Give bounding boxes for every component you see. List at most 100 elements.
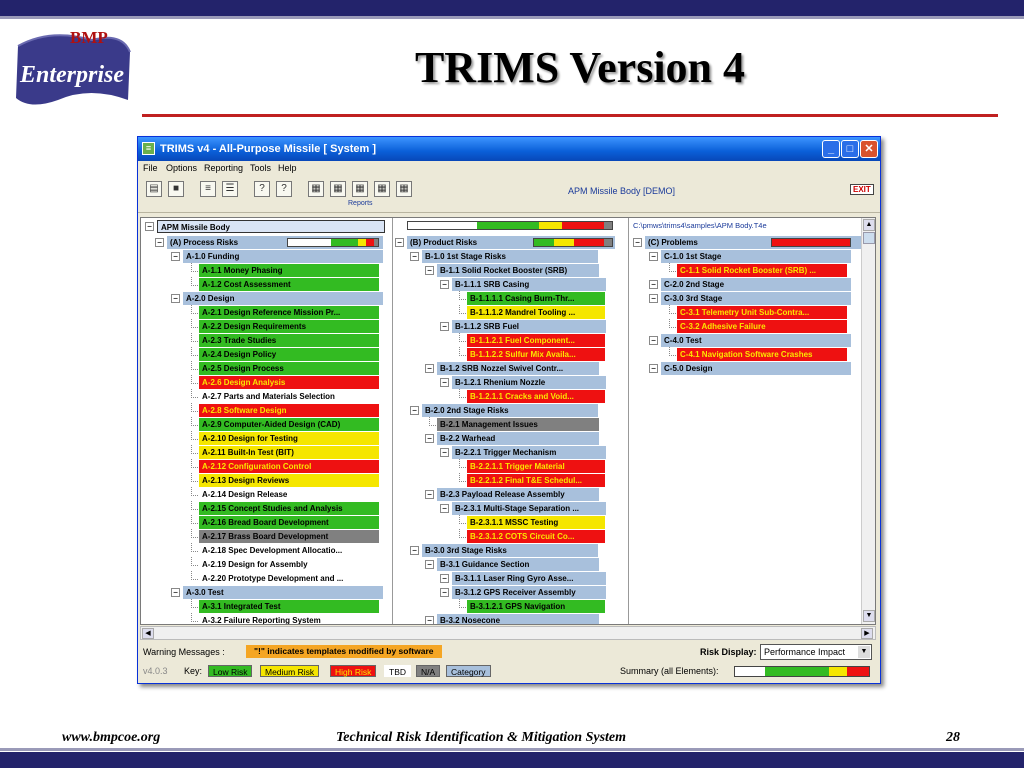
collapse-icon[interactable]: −	[425, 560, 434, 569]
collapse-icon[interactable]: −	[649, 364, 658, 373]
report-icon-1[interactable]: ▦	[308, 181, 324, 197]
tree-node[interactable]: B-3.1 Guidance Section	[437, 558, 599, 571]
tree-node[interactable]: C-1.1 Solid Rocket Booster (SRB) ...	[677, 264, 847, 277]
tree-node[interactable]: C-2.0 2nd Stage	[661, 278, 851, 291]
tree-node[interactable]: A-2.1 Design Reference Mission Pr...	[199, 306, 379, 319]
tree-node[interactable]: C-4.0 Test	[661, 334, 851, 347]
collapse-icon[interactable]: −	[440, 378, 449, 387]
collapse-icon[interactable]: −	[395, 238, 404, 247]
tree-node[interactable]: A-2.10 Design for Testing	[199, 432, 379, 445]
tree-node[interactable]: B-1.2.1.1 Cracks and Void...	[467, 390, 605, 403]
tree-node[interactable]: B-3.1.1 Laser Ring Gyro Asse...	[452, 572, 606, 585]
tree-node[interactable]: A-2.3 Trade Studies	[199, 334, 379, 347]
root-node[interactable]: APM Missile Body	[157, 220, 385, 233]
tree-node[interactable]: A-3.0 Test	[183, 586, 383, 599]
tree-node[interactable]: B-2.0 2nd Stage Risks	[422, 404, 598, 417]
tree-node[interactable]: C-4.1 Navigation Software Crashes	[677, 348, 847, 361]
tree-node[interactable]: B-1.0 1st Stage Risks	[422, 250, 598, 263]
collapse-icon[interactable]: −	[410, 252, 419, 261]
tree-node[interactable]: A-2.8 Software Design	[199, 404, 379, 417]
tree-node[interactable]: A-2.4 Design Policy	[199, 348, 379, 361]
collapse-icon[interactable]: −	[410, 546, 419, 555]
menu-tools[interactable]: Tools	[250, 163, 271, 173]
tree-node[interactable]: B-2.2.1 Trigger Mechanism	[452, 446, 606, 459]
collapse-icon[interactable]: −	[440, 504, 449, 513]
collapse-icon[interactable]: −	[425, 616, 434, 624]
risk-display-select[interactable]: Performance Impact ▼	[760, 644, 872, 660]
collapse-icon[interactable]: −	[649, 252, 658, 261]
collapse-icon[interactable]: −	[425, 364, 434, 373]
tree-node[interactable]: B-1.1 Solid Rocket Booster (SRB)	[437, 264, 599, 277]
document-icon[interactable]: ≡	[200, 181, 216, 197]
tree-node[interactable]: A-2.7 Parts and Materials Selection	[199, 390, 379, 403]
tree-node[interactable]: A-3.2 Failure Reporting System	[199, 614, 379, 624]
tree-node[interactable]: B-2.3.1.1 MSSC Testing	[467, 516, 605, 529]
horizontal-scrollbar[interactable]: ◀ ▶	[140, 626, 876, 640]
maximize-button[interactable]: □	[841, 140, 859, 158]
tree-node[interactable]: A-1.0 Funding	[183, 250, 383, 263]
collapse-icon[interactable]: −	[410, 406, 419, 415]
tree-node[interactable]: A-2.14 Design Release	[199, 488, 379, 501]
template-edit-icon[interactable]: ?	[276, 181, 292, 197]
report-icon-3[interactable]: ▦	[352, 181, 368, 197]
menu-help[interactable]: Help	[278, 163, 297, 173]
collapse-icon[interactable]: −	[649, 280, 658, 289]
tree-node[interactable]: A-2.5 Design Process	[199, 362, 379, 375]
collapse-icon[interactable]: −	[171, 294, 180, 303]
tree-node[interactable]: C-5.0 Design	[661, 362, 851, 375]
menu-file[interactable]: File	[143, 163, 158, 173]
template-icon[interactable]: ?	[254, 181, 270, 197]
tree-node[interactable]: C-3.1 Telemetry Unit Sub-Contra...	[677, 306, 847, 319]
tree-node[interactable]: A-2.0 Design	[183, 292, 383, 305]
tree-node[interactable]: A-2.18 Spec Development Allocatio...	[199, 544, 379, 557]
tree-node[interactable]: B-2.3.1 Multi-Stage Separation ...	[452, 502, 606, 515]
tree-node[interactable]: A-2.17 Brass Board Development	[199, 530, 379, 543]
scroll-thumb[interactable]	[863, 232, 875, 244]
collapse-icon[interactable]: −	[171, 588, 180, 597]
menu-options[interactable]: Options	[166, 163, 197, 173]
tree-node[interactable]: B-3.1.2 GPS Receiver Assembly	[452, 586, 606, 599]
tree-node[interactable]: B-1.1.1.1 Casing Burn-Thr...	[467, 292, 605, 305]
tree-node[interactable]: A-3.1 Integrated Test	[199, 600, 379, 613]
tree-node[interactable]: A-2.15 Concept Studies and Analysis	[199, 502, 379, 515]
scroll-right-icon[interactable]: ▶	[861, 628, 873, 639]
collapse-icon[interactable]: −	[633, 238, 642, 247]
tree-node[interactable]: C-3.0 3rd Stage	[661, 292, 851, 305]
tree-node[interactable]: B-2.2.1.1 Trigger Material	[467, 460, 605, 473]
tree-node[interactable]: A-1.1 Money Phasing	[199, 264, 379, 277]
collapse-icon[interactable]: −	[440, 280, 449, 289]
collapse-icon[interactable]: −	[171, 252, 180, 261]
exit-button[interactable]: EXIT	[850, 184, 874, 195]
tree-node[interactable]: C-3.2 Adhesive Failure	[677, 320, 847, 333]
collapse-icon[interactable]: −	[425, 490, 434, 499]
tree-node[interactable]: B-3.2 Nosecone	[437, 614, 599, 624]
collapse-icon[interactable]: −	[440, 588, 449, 597]
minimize-button[interactable]: _	[822, 140, 840, 158]
tree-node[interactable]: A-1.2 Cost Assessment	[199, 278, 379, 291]
tree-node[interactable]: B-1.2.1 Rhenium Nozzle	[452, 376, 606, 389]
scroll-down-icon[interactable]: ▼	[863, 610, 875, 622]
tree-node[interactable]: A-2.20 Prototype Development and ...	[199, 572, 379, 585]
collapse-icon[interactable]: −	[649, 294, 658, 303]
tree-node[interactable]: B-1.1.2.1 Fuel Component...	[467, 334, 605, 347]
tree-node[interactable]: A-2.16 Bread Board Development	[199, 516, 379, 529]
collapse-icon[interactable]: −	[649, 336, 658, 345]
collapse-icon[interactable]: −	[155, 238, 164, 247]
tree-node[interactable]: A-2.2 Design Requirements	[199, 320, 379, 333]
tree-node[interactable]: B-2.2.1.2 Final T&E Schedul...	[467, 474, 605, 487]
open-folder-icon[interactable]: ▤	[146, 181, 162, 197]
tree-node[interactable]: B-1.1.2 SRB Fuel	[452, 320, 606, 333]
tree-node[interactable]: B-1.2 SRB Nozzel Swivel Contr...	[437, 362, 599, 375]
tree-node[interactable]: B-2.3.1.2 COTS Circuit Co...	[467, 530, 605, 543]
tree-node[interactable]: B-3.1.2.1 GPS Navigation	[467, 600, 605, 613]
report-icon-5[interactable]: ▦	[396, 181, 412, 197]
collapse-icon[interactable]: −	[440, 322, 449, 331]
tree-node[interactable]: B-1.1.1.2 Mandrel Tooling ...	[467, 306, 605, 319]
collapse-icon[interactable]: −	[440, 574, 449, 583]
collapse-icon[interactable]: −	[440, 448, 449, 457]
tree-node[interactable]: B-1.1.2.2 Sulfur Mix Availa...	[467, 348, 605, 361]
list-icon[interactable]: ☰	[222, 181, 238, 197]
tree-node[interactable]: A-2.11 Built-In Test (BIT)	[199, 446, 379, 459]
tree-node[interactable]: B-2.3 Payload Release Assembly	[437, 488, 599, 501]
scroll-left-icon[interactable]: ◀	[142, 628, 154, 639]
